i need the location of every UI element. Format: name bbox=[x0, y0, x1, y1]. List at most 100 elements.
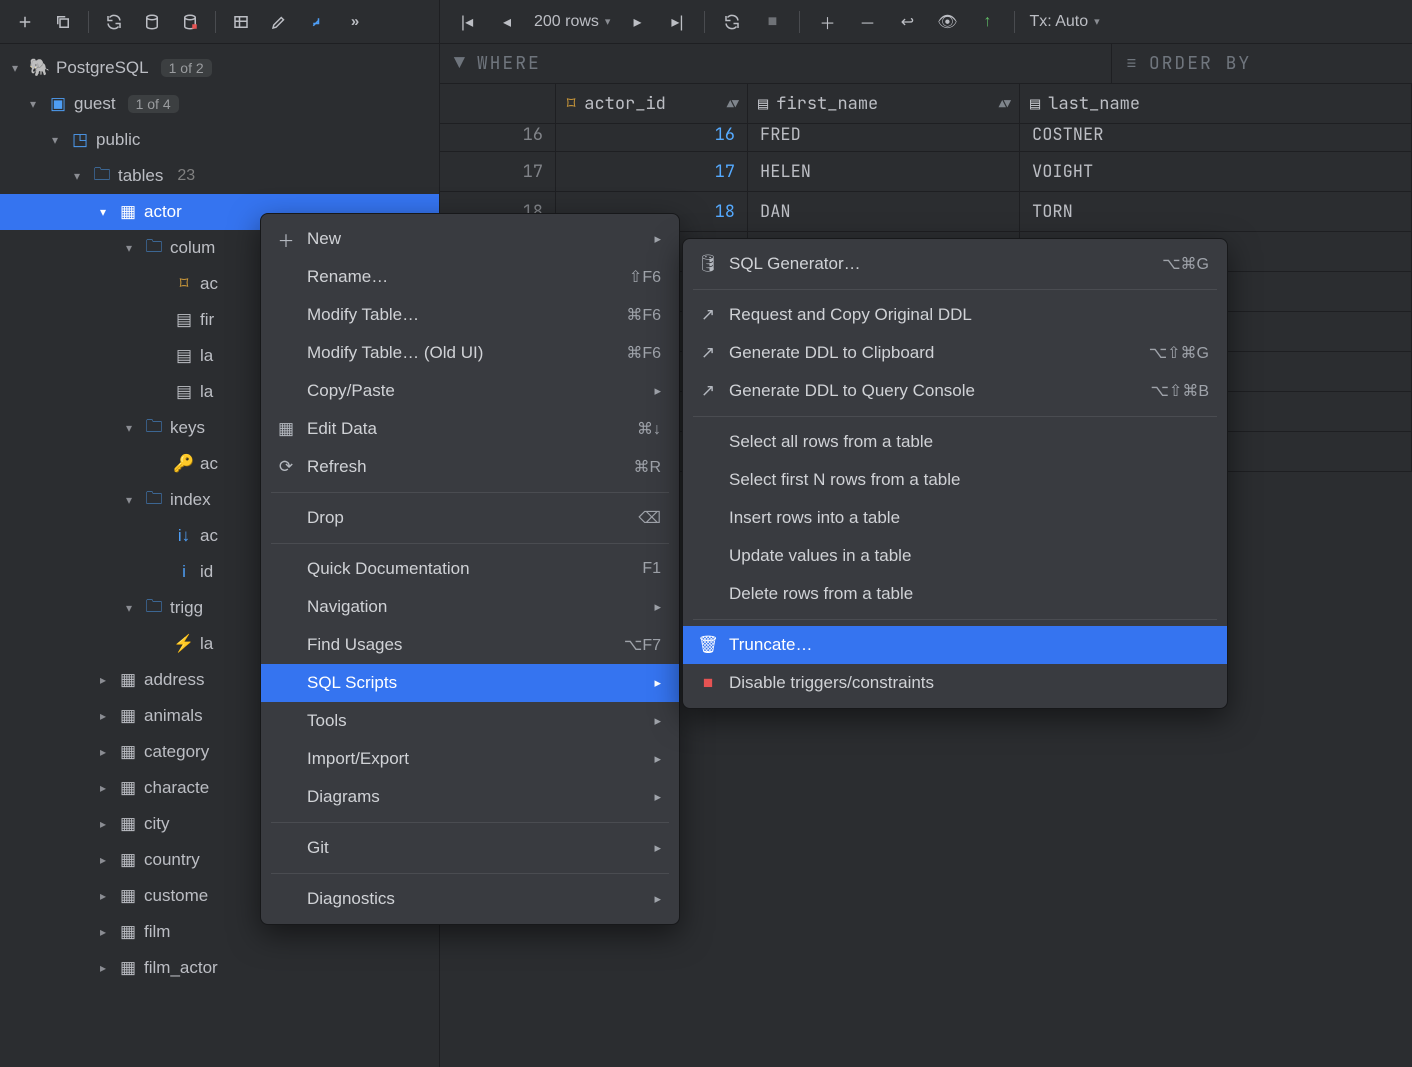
chevron-right-icon[interactable]: ▸ bbox=[94, 745, 112, 759]
table-row[interactable]: 1717HELENVOIGHT bbox=[440, 152, 1412, 192]
menu-modify-old[interactable]: Modify Table… (Old UI)⌘F6 bbox=[261, 334, 679, 372]
col-header-id[interactable]: ⌑ actor_id ▲▼ bbox=[556, 84, 748, 123]
context-menu[interactable]: ＋New▸ Rename…⇧F6 Modify Table…⌘F6 Modify… bbox=[260, 213, 680, 925]
postgres-icon: 🐘 bbox=[30, 58, 50, 78]
add-icon[interactable] bbox=[8, 5, 42, 39]
tree-root[interactable]: ▾ 🐘 PostgreSQL 1 of 2 bbox=[0, 50, 439, 86]
submenu-truncate[interactable]: 🗑Truncate… bbox=[683, 626, 1227, 664]
where-filter[interactable]: ▼ WHERE bbox=[440, 44, 1112, 83]
preview-icon[interactable]: 👁 bbox=[930, 5, 964, 39]
context-submenu-sql[interactable]: 🛢SQL Generator…⌥⌘G ↗Request and Copy Ori… bbox=[682, 238, 1228, 709]
tree-tables-folder[interactable]: ▾ 🗀 tables 23 bbox=[0, 158, 439, 194]
cell-first-name[interactable]: HELEN bbox=[748, 152, 1020, 191]
chevron-right-icon[interactable]: ▸ bbox=[94, 853, 112, 867]
last-page-icon[interactable]: ▸| bbox=[660, 5, 694, 39]
prev-page-icon[interactable]: ◂ bbox=[490, 5, 524, 39]
chevron-down-icon[interactable]: ▾ bbox=[24, 97, 42, 111]
table-icon: ▦ bbox=[118, 850, 138, 870]
chevron-down-icon[interactable]: ▾ bbox=[120, 241, 138, 255]
first-page-icon[interactable]: |◂ bbox=[450, 5, 484, 39]
rows-dropdown[interactable]: 200 rows▾ bbox=[530, 13, 614, 31]
chevron-right-icon[interactable]: ▸ bbox=[94, 889, 112, 903]
submit-icon[interactable]: ↑ bbox=[970, 5, 1004, 39]
chevron-down-icon[interactable]: ▾ bbox=[120, 493, 138, 507]
sort-indicator-icon[interactable]: ▲▼ bbox=[727, 96, 737, 112]
tree-table[interactable]: ▸▦film_actor bbox=[0, 950, 439, 986]
menu-copy-paste[interactable]: Copy/Paste▸ bbox=[261, 372, 679, 410]
menu-modify[interactable]: Modify Table…⌘F6 bbox=[261, 296, 679, 334]
submenu-select-all[interactable]: Select all rows from a table bbox=[683, 423, 1227, 461]
chevron-down-icon[interactable]: ▾ bbox=[6, 61, 24, 75]
tree-db[interactable]: ▾ ▣ guest 1 of 4 bbox=[0, 86, 439, 122]
jump-icon[interactable] bbox=[300, 5, 334, 39]
stop-icon[interactable]: ■ bbox=[755, 5, 789, 39]
chevron-right-icon[interactable]: ▸ bbox=[94, 781, 112, 795]
menu-find-usages[interactable]: Find Usages⌥F7 bbox=[261, 626, 679, 664]
grid-corner[interactable] bbox=[440, 84, 556, 123]
submenu-select-n[interactable]: Select first N rows from a table bbox=[683, 461, 1227, 499]
col-header-first[interactable]: ▤ first_name ▲▼ bbox=[748, 84, 1020, 123]
sort-indicator-icon[interactable]: ▲▼ bbox=[999, 96, 1009, 112]
submenu-delete[interactable]: Delete rows from a table bbox=[683, 575, 1227, 613]
chevron-right-icon[interactable]: ▸ bbox=[94, 673, 112, 687]
cell-last-name[interactable]: TORN bbox=[1020, 192, 1412, 231]
orderby-filter[interactable]: ≡ ORDER BY bbox=[1112, 44, 1412, 83]
col-header-last[interactable]: ▤ last_name bbox=[1020, 84, 1412, 123]
remove-row-icon[interactable]: － bbox=[850, 5, 884, 39]
tree-schema[interactable]: ▾ ◳ public bbox=[0, 122, 439, 158]
chevron-down-icon[interactable]: ▾ bbox=[94, 205, 112, 219]
menu-new[interactable]: ＋New▸ bbox=[261, 220, 679, 258]
datasource-icon[interactable] bbox=[135, 5, 169, 39]
cell-actor-id[interactable]: 17 bbox=[556, 152, 748, 191]
chevron-down-icon[interactable]: ▾ bbox=[68, 169, 86, 183]
menu-navigation[interactable]: Navigation▸ bbox=[261, 588, 679, 626]
chevron-right-icon[interactable]: ▸ bbox=[94, 817, 112, 831]
chevron-down-icon[interactable]: ▾ bbox=[120, 601, 138, 615]
edit-icon[interactable] bbox=[262, 5, 296, 39]
submenu-update[interactable]: Update values in a table bbox=[683, 537, 1227, 575]
tx-dropdown[interactable]: Tx: Auto▾ bbox=[1025, 13, 1103, 31]
row-number[interactable]: 16 bbox=[440, 124, 556, 151]
cell-last-name[interactable]: VOIGHT bbox=[1020, 152, 1412, 191]
menu-quick-doc[interactable]: Quick DocumentationF1 bbox=[261, 550, 679, 588]
submenu-generate-ddl-clipboard[interactable]: ↗Generate DDL to Clipboard⌥⇧⌘G bbox=[683, 334, 1227, 372]
chevron-down-icon[interactable]: ▾ bbox=[46, 133, 64, 147]
menu-git[interactable]: Git▸ bbox=[261, 829, 679, 867]
where-label: WHERE bbox=[477, 52, 541, 75]
submenu-disable-triggers[interactable]: ■Disable triggers/constraints bbox=[683, 664, 1227, 702]
cell-first-name[interactable]: DAN bbox=[748, 192, 1020, 231]
menu-tools[interactable]: Tools▸ bbox=[261, 702, 679, 740]
cell-actor-id[interactable]: 16 bbox=[556, 124, 748, 151]
chevron-right-icon[interactable]: ▸ bbox=[94, 925, 112, 939]
revert-icon[interactable]: ↩ bbox=[890, 5, 924, 39]
index-icon: i↓ bbox=[174, 526, 194, 546]
refresh-icon: ⟳ bbox=[275, 457, 297, 477]
chevron-right-icon[interactable]: ▸ bbox=[94, 709, 112, 723]
table-row[interactable]: 1616FREDCOSTNER bbox=[440, 124, 1412, 152]
menu-import-export[interactable]: Import/Export▸ bbox=[261, 740, 679, 778]
refresh-icon[interactable] bbox=[97, 5, 131, 39]
more-icon[interactable]: » bbox=[338, 5, 372, 39]
submenu-insert[interactable]: Insert rows into a table bbox=[683, 499, 1227, 537]
next-page-icon[interactable]: ▸ bbox=[620, 5, 654, 39]
reload-icon[interactable] bbox=[715, 5, 749, 39]
chevron-right-icon[interactable]: ▸ bbox=[94, 961, 112, 975]
menu-edit-data[interactable]: ▦Edit Data⌘↓ bbox=[261, 410, 679, 448]
row-number[interactable]: 17 bbox=[440, 152, 556, 191]
chevron-down-icon[interactable]: ▾ bbox=[120, 421, 138, 435]
cell-first-name[interactable]: FRED bbox=[748, 124, 1020, 151]
menu-drop[interactable]: Drop⌫ bbox=[261, 499, 679, 537]
table-icon[interactable] bbox=[224, 5, 258, 39]
datasource-stop-icon[interactable] bbox=[173, 5, 207, 39]
menu-diagrams[interactable]: Diagrams▸ bbox=[261, 778, 679, 816]
add-row-icon[interactable]: ＋ bbox=[810, 5, 844, 39]
submenu-generate-ddl-console[interactable]: ↗Generate DDL to Query Console⌥⇧⌘B bbox=[683, 372, 1227, 410]
menu-refresh[interactable]: ⟳Refresh⌘R bbox=[261, 448, 679, 486]
menu-sql-scripts[interactable]: SQL Scripts▸ bbox=[261, 664, 679, 702]
submenu-request-copy-ddl[interactable]: ↗Request and Copy Original DDL bbox=[683, 296, 1227, 334]
cell-last-name[interactable]: COSTNER bbox=[1020, 124, 1412, 151]
submenu-sql-generator[interactable]: 🛢SQL Generator…⌥⌘G bbox=[683, 245, 1227, 283]
menu-diagnostics[interactable]: Diagnostics▸ bbox=[261, 880, 679, 918]
copy-icon[interactable] bbox=[46, 5, 80, 39]
menu-rename[interactable]: Rename…⇧F6 bbox=[261, 258, 679, 296]
